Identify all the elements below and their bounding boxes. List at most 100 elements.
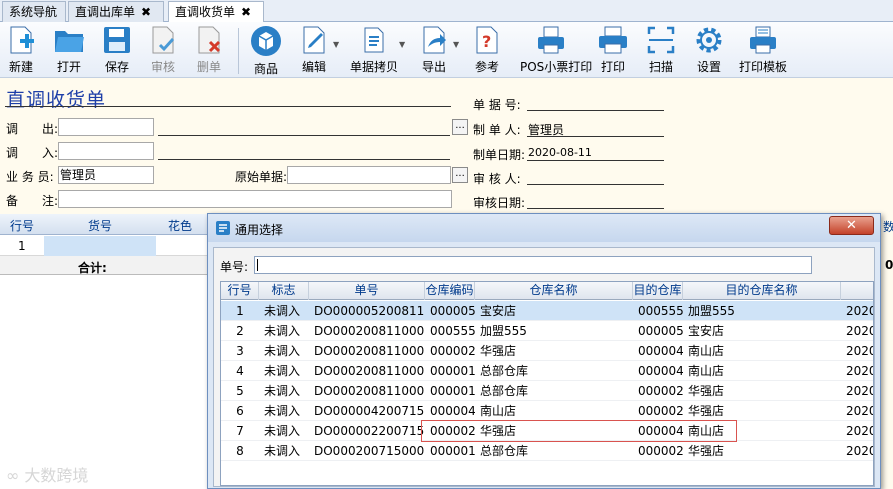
grid-header-color[interactable]: 花色 [168,217,192,234]
maker-label: 制 单 人: [473,123,521,137]
cell-no: 4 [236,364,244,378]
pos-print-button[interactable]: POS小票打印 [520,25,592,75]
dialog-titlebar[interactable]: 通用选择 ✕ [208,214,880,242]
copy-label: 单据拷贝 [349,60,398,74]
search-label: 单号: [220,260,249,274]
print-button[interactable]: 打印 [592,25,634,75]
cell-wh-code: 000005 [430,304,475,318]
cell-date: 2020- [846,404,873,418]
original-doc-picker-button[interactable]: ... [452,167,468,183]
tab-system-nav[interactable]: 系统导航 [2,1,66,22]
dialog-close-button[interactable]: ✕ [829,216,874,235]
col-flag[interactable]: 标志 [259,282,309,300]
auditor-label: 审 核 人: [473,172,521,186]
delete-document-icon [198,26,221,54]
reference-button[interactable]: ? 参考 [466,25,508,75]
col-doc-no[interactable]: 单号 [309,282,425,300]
cell-doc: DO0000042007150001 [314,404,425,418]
out-warehouse-picker-button[interactable]: ... [452,119,468,135]
print-template-button[interactable]: 打印模板 [739,25,787,75]
copy-button[interactable]: 单据拷贝 [350,25,398,75]
out-warehouse-code-input[interactable] [58,118,154,136]
scan-button[interactable]: 扫描 [640,25,682,75]
settings-button[interactable]: 设置 [688,25,730,75]
row-number: 1 [18,239,26,253]
dialog-body: 单号: 行号 标志 单号 仓库编码 仓库名称 目的仓库 目的仓库名称 1 未调入 D… [213,247,875,487]
edit-button[interactable]: 编辑 [293,25,335,75]
clerk-input[interactable]: 管理员 [58,166,154,184]
original-doc-input[interactable] [287,166,451,184]
col-date[interactable] [841,282,873,300]
new-button[interactable]: 新建 [0,25,42,75]
cell-date: 2020- [846,444,873,458]
export-button[interactable]: 导出 [413,25,455,75]
col-dest-warehouse-name[interactable]: 目的仓库名称 [683,282,841,300]
table-row[interactable]: 8 未调入 DO0002007150003 000001 总部仓库 000002 华强店 20… [221,441,873,461]
grid-header-item-no[interactable]: 货号 [88,217,112,234]
table-row[interactable]: 1 未调入 DO0000052008110001 000005 宝安店 000555 加盟5… [221,301,873,321]
edit-label: 编辑 [301,60,326,74]
edit-dropdown-icon[interactable]: ▼ [333,40,339,49]
folder-icon [55,31,84,52]
memo-input[interactable] [58,190,452,208]
cell-doc: DO0002008110006 [314,364,425,378]
pos-print-label: POS小票打印 [520,60,593,74]
receipt-printer-icon [538,26,564,54]
cell-no: 7 [236,424,244,438]
cell-date: 2020- [846,384,873,398]
cell-dest-name: 华强店 [688,404,725,418]
close-icon[interactable]: ✖ [241,5,251,19]
table-row[interactable]: 2 未调入 DO0002008110009 000555 加盟555 000005 宝安店 2… [221,321,873,341]
cell-no: 3 [236,344,244,358]
grid-header-row-no[interactable]: 行号 [10,217,34,234]
table-row[interactable]: 5 未调入 DO0002008110005 000001 总部仓库 000002 华强店 20… [221,381,873,401]
copy-document-icon [364,27,384,53]
doc-no-field [527,110,664,111]
in-warehouse-code-input[interactable] [58,142,154,160]
cell-doc: DO0002008110007 [314,344,425,358]
tab-direct-receive[interactable]: 直调收货单 ✖ [168,1,264,22]
col-warehouse-name[interactable]: 仓库名称 [475,282,633,300]
table-row[interactable]: 4 未调入 DO0002008110006 000001 总部仓库 000004 南山店 20… [221,361,873,381]
table-row[interactable]: 1 [0,236,215,256]
make-date-value: 2020-08-11 [528,146,592,159]
selected-cell[interactable] [44,236,156,256]
col-dest-warehouse[interactable]: 目的仓库 [633,282,683,300]
print-template-label: 打印模板 [738,60,787,74]
export-dropdown-icon[interactable]: ▼ [453,40,459,49]
auditor-field [527,184,664,185]
audit-check-icon [152,26,175,54]
close-icon[interactable]: ✖ [141,5,151,19]
cell-dest: 000002 [638,444,683,458]
doc-no-search-input[interactable] [254,256,812,274]
memo-label: 备 注: [6,194,59,208]
gear-icon [696,27,722,53]
total-label: 合计: [78,261,107,275]
toolbar: 新建 打开 保存 审核 删单 商品 编辑 ▼ 单据拷贝 ▼ 导出 ▼ ? 参考 … [0,22,893,78]
open-button[interactable]: 打开 [48,25,90,75]
delete-label: 删单 [196,60,221,74]
cell-wh-code: 000002 [430,344,475,358]
doc-list: 行号 标志 单号 仓库编码 仓库名称 目的仓库 目的仓库名称 1 未调入 DO000… [220,281,874,486]
cell-dest: 000555 [638,304,683,318]
col-warehouse-code[interactable]: 仓库编码 [425,282,475,300]
highlight-box [421,420,737,442]
audit-date-label: 审核日期: [473,196,526,210]
cell-no: 6 [236,404,244,418]
cell-flag: 未调入 [264,424,301,438]
tab-label: 系统导航 [9,5,58,19]
page-title: 直调收货单 [6,89,107,111]
cell-flag: 未调入 [264,304,301,318]
goods-button[interactable]: 商品 [245,25,287,77]
table-row[interactable]: 3 未调入 DO0002008110007 000002 华强店 000004 南山店 202… [221,341,873,361]
tab-direct-out[interactable]: 直调出库单 ✖ [68,1,164,22]
grid-header-partial: 数 [883,220,893,234]
col-row-no[interactable]: 行号 [221,282,259,300]
table-row[interactable]: 6 未调入 DO0000042007150001 000004 南山店 000002 华强店… [221,401,873,421]
delete-button[interactable]: 删单 [188,25,230,75]
cell-date: 2020- [846,304,873,318]
cell-wh-code: 000001 [430,384,475,398]
copy-dropdown-icon[interactable]: ▼ [399,40,405,49]
cell-flag: 未调入 [264,384,301,398]
tab-label: 直调出库单 [75,5,136,19]
